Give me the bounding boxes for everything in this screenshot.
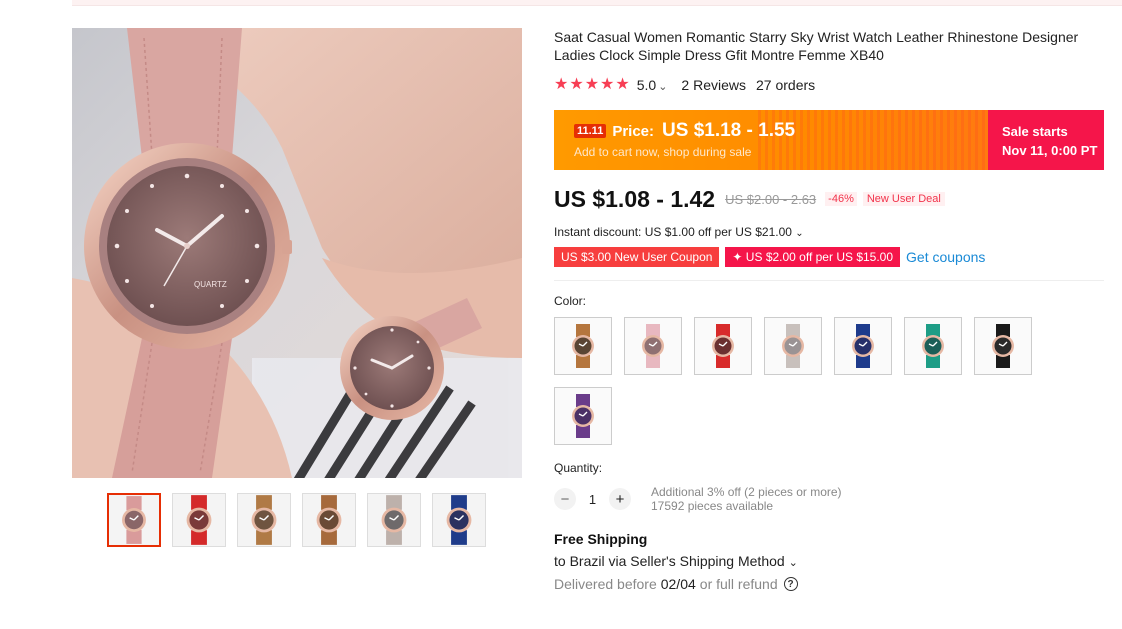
color-swatch-4[interactable] — [764, 317, 822, 375]
color-swatch-6[interactable] — [904, 317, 962, 375]
color-swatch-3[interactable] — [694, 317, 752, 375]
color-swatch-5[interactable] — [834, 317, 892, 375]
orders-count: 27 orders — [756, 77, 816, 93]
top-divider — [72, 0, 1122, 6]
original-price: US $2.00 - 2.63 — [725, 191, 817, 207]
shipping-destination[interactable]: to Brazil via Seller's Shipping Method ⌄ — [554, 553, 1106, 569]
new-user-deal-badge: New User Deal — [862, 192, 945, 206]
quantity-increase-button[interactable]: + — [609, 488, 631, 510]
star-icon: ★ — [554, 76, 569, 93]
rating-stars: ★ ★ ★ ★ ★ — [554, 77, 630, 93]
new-user-coupon[interactable]: US $3.00 New User Coupon — [554, 247, 720, 267]
price-row: US $1.08 - 1.42 US $2.00 - 2.63 -46% New… — [554, 185, 1106, 213]
dial-brand-text: QUARTZ — [194, 280, 227, 289]
quantity-value[interactable]: 1 — [576, 492, 609, 507]
delivery-estimate: Delivered before 02/04 or full refund ? — [554, 576, 1106, 592]
promo-subtext: Add to cart now, shop during sale — [574, 145, 752, 159]
thumbnail-2[interactable] — [172, 493, 226, 547]
rating-row: ★ ★ ★ ★ ★ 5.0 ⌄ 2 Reviews 27 orders — [554, 76, 1106, 94]
delivery-prefix: Delivered before — [554, 576, 657, 592]
instant-discount[interactable]: Instant discount: US $1.00 off per US $2… — [554, 225, 1106, 239]
stock-available: 17592 pieces available — [651, 499, 774, 513]
delivery-suffix: or full refund — [699, 576, 778, 592]
current-price: US $1.08 - 1.42 — [554, 185, 716, 212]
promo-price-label: Price: — [612, 122, 655, 140]
star-icon: ★ — [600, 76, 615, 93]
chevron-down-icon: ⌄ — [795, 228, 804, 239]
chevron-down-icon: ⌄ — [658, 81, 668, 93]
star-icon: ★ — [584, 76, 600, 93]
watch-photo: QUARTZ — [72, 28, 522, 478]
shipping-destination-text: to Brazil via Seller's Shipping Method — [554, 553, 785, 569]
product-info: Saat Casual Women Romantic Starry Sky Wr… — [554, 28, 1106, 592]
promo-price-panel: 11.11 Price: US $1.18 - 1.55 Add to cart n… — [554, 110, 988, 170]
rating-number: 5.0 — [636, 77, 657, 93]
quantity-stepper: − 1 + Additional 3% off (2 pieces or mor… — [554, 485, 1106, 513]
sale-starts-label: Sale starts — [1002, 124, 1068, 139]
sale-start-panel: Sale starts Nov 11, 0:00 PT — [988, 110, 1104, 170]
shipping-title: Free Shipping — [554, 531, 648, 547]
divider — [554, 280, 1104, 281]
reviews-link[interactable]: 2 Reviews — [681, 77, 746, 93]
color-swatch-1[interactable] — [554, 317, 612, 375]
promo-price: US $1.18 - 1.55 — [662, 120, 796, 141]
sale-starts-date: Nov 11, 0:00 PT — [1002, 143, 1098, 158]
delivery-date: 02/04 — [660, 576, 696, 592]
thumbnail-1[interactable] — [107, 493, 161, 547]
thumbnail-6[interactable] — [432, 493, 486, 547]
help-icon[interactable]: ? — [783, 577, 798, 591]
rating-value[interactable]: 5.0 ⌄ — [637, 77, 668, 93]
sale-badge: 11.11 — [574, 124, 607, 138]
product-title: Saat Casual Women Romantic Starry Sky Wr… — [554, 29, 1079, 63]
thumbnail-4[interactable] — [302, 493, 356, 547]
bulk-discount-note: Additional 3% off (2 pieces or more) — [651, 485, 842, 499]
quantity-decrease-button[interactable]: − — [554, 488, 576, 510]
thumbnail-3[interactable] — [237, 493, 291, 547]
coupon-row: US $3.00 New User Coupon ✦ US $2.00 off … — [554, 247, 1106, 267]
quantity-label: Quantity: — [554, 461, 603, 475]
instant-discount-text: Instant discount: US $1.00 off per US $2… — [554, 225, 792, 239]
get-coupons-link[interactable]: Get coupons — [906, 249, 985, 265]
color-swatch-2[interactable] — [624, 317, 682, 375]
color-swatch-8[interactable] — [554, 387, 612, 445]
star-icon: ★ — [615, 76, 630, 93]
color-swatches — [554, 317, 1054, 445]
thumbnail-strip — [107, 493, 486, 547]
discount-badge: -46% — [825, 192, 857, 206]
store-coupon[interactable]: ✦ US $2.00 off per US $15.00 — [725, 247, 901, 267]
thumbnail-5[interactable] — [367, 493, 421, 547]
main-product-image[interactable]: QUARTZ — [72, 28, 522, 478]
quantity-info: Additional 3% off (2 pieces or more) 175… — [651, 485, 842, 513]
color-swatch-7[interactable] — [974, 317, 1032, 375]
sale-promo-banner: 11.11 Price: US $1.18 - 1.55 Add to cart n… — [554, 110, 1104, 170]
chevron-down-icon: ⌄ — [788, 557, 798, 569]
color-label: Color: — [554, 294, 587, 308]
star-icon: ★ — [569, 76, 584, 93]
